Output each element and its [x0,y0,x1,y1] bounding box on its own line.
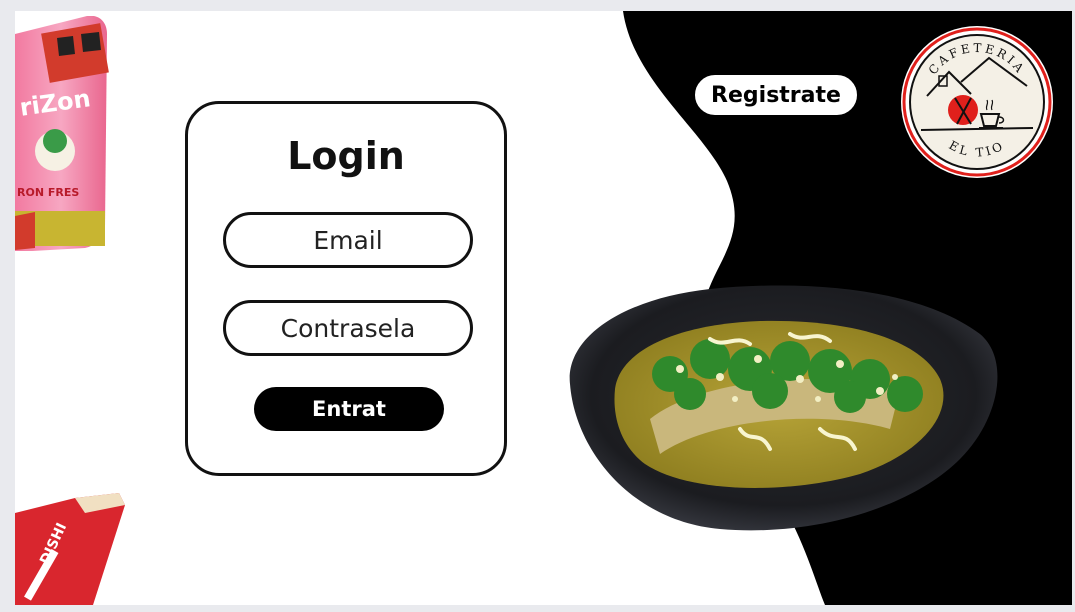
snack-bag-image: DISHI [15,493,125,605]
enchiladas-plate-image [569,285,998,531]
login-title: Login [287,134,405,178]
email-field[interactable] [223,212,473,268]
login-submit-button[interactable]: Entrat [254,387,444,431]
register-button[interactable]: Registrate [692,72,860,118]
password-input[interactable] [236,312,460,344]
login-card: Login Entrat [185,101,507,476]
password-field[interactable] [223,300,473,356]
cafeteria-logo-icon[interactable]: CAFETERIA EL TIO [899,24,1055,180]
svg-text:RON FRES: RON FRES [17,186,79,199]
page-canvas: riZon RON FRES DISHI Login Entrat Regist… [15,11,1072,605]
email-input[interactable] [236,224,460,256]
arizona-can-image: riZon RON FRES [15,16,109,251]
